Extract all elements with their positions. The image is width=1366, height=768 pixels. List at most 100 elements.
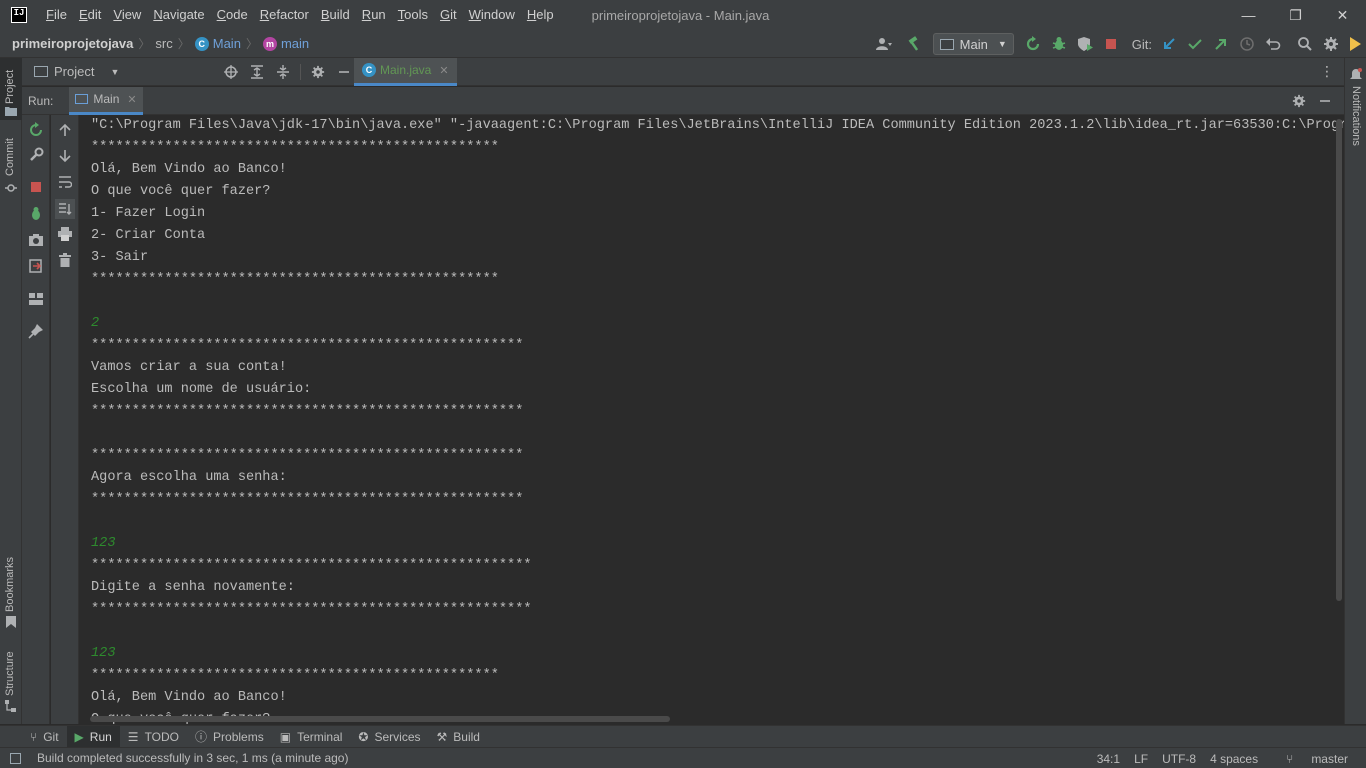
project-panel-title[interactable]: Project ▼ [34,64,119,79]
tool-window-services[interactable]: ✪ Services [350,726,428,748]
close-run-tab-icon[interactable]: ✕ [127,93,136,106]
indent-setting[interactable]: 4 spaces [1210,752,1258,766]
menu-edit[interactable]: Edit [73,0,107,30]
trash-icon[interactable] [57,252,73,268]
menu-git[interactable]: Git [434,0,463,30]
console-output-line: ****************************************… [91,338,524,353]
tool-window-project[interactable]: Project [0,58,22,120]
todo-list-icon: ☰ [127,729,139,744]
tool-window-run[interactable]: ▶ Run [66,725,120,748]
restore-button[interactable]: ❐ [1272,0,1319,30]
breadcrumb-src[interactable]: src [155,36,172,51]
tool-windows-toggle-icon[interactable] [10,752,21,764]
menu-navigate[interactable]: Navigate [147,0,210,30]
stop-icon[interactable] [28,179,44,195]
git-push-icon[interactable] [1208,30,1234,58]
minimize-button[interactable]: — [1225,0,1272,30]
hide-run-panel-icon[interactable] [1312,87,1338,115]
commit-icon [5,184,17,192]
layout-icon[interactable] [28,291,44,307]
line-separator[interactable]: LF [1134,752,1148,766]
rollback-icon[interactable] [1260,30,1286,58]
collapse-all-icon[interactable] [270,58,296,86]
search-icon[interactable] [1292,30,1318,58]
console-output-line: Agora escolha uma senha: [91,470,287,485]
console-icon [75,94,89,104]
menu-view[interactable]: View [107,0,147,30]
menu-build[interactable]: Build [315,0,356,30]
project-panel-tools [218,58,357,86]
title-bar: IJ File Edit View Navigate Code Refactor… [0,0,1366,30]
expand-all-icon[interactable] [244,58,270,86]
user-icon[interactable] [867,30,901,58]
git-update-icon[interactable] [1156,30,1182,58]
editor-tab-main-java[interactable]: C Main.java ✕ [354,57,457,86]
arrow-down-icon[interactable] [57,148,73,164]
tool-window-bookmarks[interactable]: Bookmarks [0,550,22,630]
java-class-icon: C [362,63,376,77]
arrow-up-icon[interactable] [57,122,73,138]
menu-window[interactable]: Window [463,0,521,30]
run-settings-gear-icon[interactable] [1286,87,1312,115]
jetbrains-ai-icon[interactable] [1344,30,1366,58]
menu-run[interactable]: Run [356,0,392,30]
scroll-to-end-icon[interactable] [55,199,75,219]
status-message[interactable]: Build completed successfully in 3 sec, 1… [10,751,348,765]
modify-run-configuration-wrench-icon[interactable] [28,147,44,163]
menu-code[interactable]: Code [211,0,254,30]
tool-window-problems[interactable]: ⓘ Problems [187,726,272,748]
debug-bug-icon[interactable] [28,206,44,222]
options-gear-icon[interactable] [305,58,331,86]
rerun-icon[interactable] [1020,30,1046,58]
rerun-icon[interactable] [28,122,44,138]
print-icon[interactable] [57,226,73,242]
menu-refactor[interactable]: Refactor [254,0,315,30]
git-commit-icon[interactable] [1182,30,1208,58]
run-configuration-selector[interactable]: Main ▼ [932,33,1014,55]
console-input-line: 2 [91,316,100,331]
menu-help[interactable]: Help [521,0,560,30]
close-tab-icon[interactable]: ✕ [439,64,448,77]
stop-icon[interactable] [1098,30,1124,58]
breadcrumb-separator: 〉 [138,37,151,51]
git-branch-widget[interactable]: ⑂ master [1272,752,1348,766]
camera-snapshot-icon[interactable] [28,232,44,248]
history-icon[interactable] [1234,30,1260,58]
console-output-line: ****************************************… [91,492,524,507]
tool-window-git[interactable]: ⑂ Git [22,726,67,748]
notifications-bell-icon[interactable] [1350,68,1362,81]
tool-window-todo[interactable]: ☰ TODO [120,726,187,748]
exit-icon[interactable] [28,258,44,274]
run-console[interactable]: "C:\Program Files\Java\jdk-17\bin\java.e… [80,115,1344,724]
locate-crosshair-icon[interactable] [218,58,244,86]
vertical-scrollbar[interactable] [1336,119,1342,601]
close-window-button[interactable]: ✕ [1319,0,1366,30]
build-hammer-icon[interactable] [901,30,927,58]
run-panel-header: Run: Main ✕ [22,86,1344,115]
tool-window-terminal[interactable]: ▣ Terminal [272,726,351,748]
caret-position[interactable]: 34:1 [1097,752,1120,766]
right-tool-stripe: Notifications [1344,58,1366,724]
git-branch-icon: ⑂ [1286,751,1294,766]
tool-window-commit[interactable]: Commit [0,132,22,196]
soft-wrap-icon[interactable] [57,174,73,190]
debug-icon[interactable] [1046,30,1072,58]
breadcrumb-method[interactable]: main [281,36,309,51]
more-vertical-icon[interactable]: ⋮ [1320,63,1334,80]
file-encoding[interactable]: UTF-8 [1162,752,1196,766]
console-input-line: 123 [91,536,116,551]
settings-gear-icon[interactable] [1318,30,1344,58]
menu-tools[interactable]: Tools [392,0,434,30]
pin-icon[interactable] [28,323,44,339]
tool-window-build[interactable]: ⚒ Build [429,726,488,748]
coverage-icon[interactable] [1072,30,1098,58]
breadcrumb-project[interactable]: primeiroprojetojava [12,36,133,51]
config-icon [939,38,954,50]
tool-window-structure[interactable]: Structure [0,644,22,716]
menu-file[interactable]: File [40,0,73,30]
run-tab-main[interactable]: Main ✕ [69,86,143,115]
notifications-tab-label[interactable]: Notifications [1350,86,1362,146]
project-panel-header: Project ▼ [22,58,354,86]
breadcrumb-class[interactable]: Main [213,36,241,51]
horizontal-scrollbar[interactable] [90,716,670,722]
